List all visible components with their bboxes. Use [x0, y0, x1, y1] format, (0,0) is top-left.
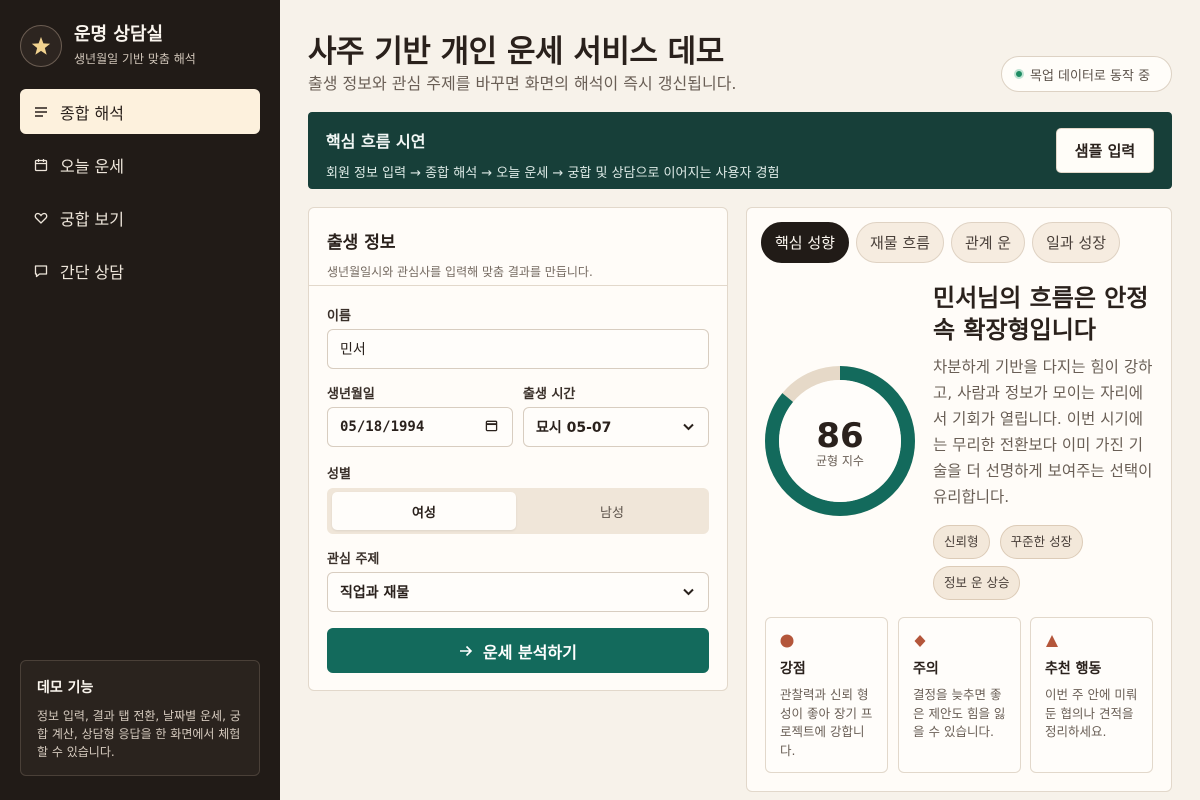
calendar-icon	[34, 158, 48, 172]
strength-text: 관찰력과 신뢰 형성이 좋아 장기 프로젝트에 강합니다.	[780, 687, 873, 758]
form-title: 출생 정보	[327, 233, 396, 253]
star-logo-icon	[20, 24, 62, 67]
recommended-action-text: 이번 주 안에 미뤄둔 협의나 견적을 정리하세요.	[1045, 687, 1138, 739]
analyze-button-label: 운세 분석하기	[483, 642, 577, 662]
birth-time-select[interactable]: 묘시 05-07	[523, 407, 709, 447]
chevron-down-icon	[683, 420, 694, 434]
status-dot-icon	[1014, 69, 1024, 79]
sidebar-nav: 종합 해석 오늘 운세 궁합 보기 간단 상담	[20, 89, 260, 301]
sidebar-item-label: 궁합 보기	[60, 209, 124, 229]
gender-label: 성별	[327, 467, 351, 482]
calendar-picker-icon[interactable]	[485, 419, 498, 435]
triangle-icon	[1045, 632, 1138, 650]
chat-icon	[34, 264, 48, 278]
tab-work-growth[interactable]: 일과 성장	[1032, 222, 1121, 263]
result-description: 차분하게 기반을 다지는 힘이 강하고, 사람과 정보가 모이는 자리에서 기회…	[933, 358, 1153, 506]
banner-description: 회원 정보 입력 → 종합 해석 → 오늘 운세 → 궁합 및 상담으로 이어지…	[326, 166, 780, 181]
birth-date-label: 생년월일	[327, 387, 375, 402]
result-tabs: 핵심 성향 재물 흐름 관계 운 일과 성장	[761, 222, 1127, 263]
trait-tag: 꾸준한 성장	[999, 525, 1084, 559]
demo-info-box: 데모 기능 정보 입력, 결과 탭 전환, 날짜별 운세, 궁합 계산, 상담형…	[20, 660, 260, 776]
sidebar: 운명 상담실 생년월일 기반 맞춤 해석 종합 해석 오늘 운세 궁합 보기 간…	[0, 0, 280, 800]
name-label: 이름	[327, 309, 351, 324]
tab-core-traits[interactable]: 핵심 성향	[761, 222, 849, 263]
sidebar-item-today[interactable]: 오늘 운세	[20, 142, 260, 187]
birth-date-value: 05/18/1994	[340, 419, 425, 435]
demo-description: 정보 입력, 결과 탭 전환, 날짜별 운세, 궁합 계산, 상담형 응답을 한…	[37, 709, 241, 759]
status-badge: 목업 데이터로 동작 중	[1001, 56, 1172, 92]
birth-info-card: 출생 정보 생년월일시와 관심사를 입력해 맞춤 결과를 만듭니다. 이름 민서…	[308, 207, 728, 691]
brand-subtitle: 생년월일 기반 맞춤 해석	[74, 52, 196, 66]
sample-input-button[interactable]: 샘플 입력	[1056, 128, 1154, 173]
diamond-icon	[913, 632, 1006, 650]
sidebar-item-overview[interactable]: 종합 해석	[20, 89, 260, 134]
topic-value: 직업과 재물	[340, 585, 410, 601]
heart-icon	[34, 211, 48, 225]
page-subtitle: 출생 정보와 관심 주제를 바꾸면 화면의 해석이 즉시 갱신됩니다.	[308, 74, 737, 93]
sidebar-item-label: 간단 상담	[60, 262, 124, 282]
birth-date-input[interactable]: 05/18/1994	[327, 407, 513, 447]
birth-time-label: 출생 시간	[523, 387, 576, 402]
topic-select[interactable]: 직업과 재물	[327, 572, 709, 612]
score-label: 균형 지수	[816, 454, 864, 468]
result-card: 핵심 성향 재물 흐름 관계 운 일과 성장 86 균형 지수 민서님의 흐름은…	[746, 207, 1172, 792]
trait-tag: 신뢰형	[933, 525, 990, 559]
demo-title: 데모 기능	[37, 680, 94, 696]
page-title: 사주 기반 개인 운세 서비스 데모	[308, 34, 724, 70]
analyze-button[interactable]: 운세 분석하기	[327, 628, 709, 673]
birth-time-value: 묘시 05-07	[536, 420, 612, 436]
banner-title: 핵심 흐름 시연	[326, 132, 426, 151]
chevron-down-icon	[683, 585, 694, 599]
gender-option-female[interactable]: 여성	[332, 492, 516, 530]
tab-relationships[interactable]: 관계 운	[950, 222, 1026, 263]
score-value: 86	[816, 416, 864, 456]
brand-title: 운명 상담실	[74, 24, 164, 45]
strength-card: 강점 관찰력과 신뢰 형성이 좋아 장기 프로젝트에 강합니다.	[765, 617, 888, 773]
caution-title: 주의	[913, 661, 939, 677]
strength-title: 강점	[780, 661, 806, 677]
sidebar-item-label: 종합 해석	[60, 103, 124, 123]
flow-banner: 핵심 흐름 시연 회원 정보 입력 → 종합 해석 → 오늘 운세 → 궁합 및…	[308, 112, 1172, 189]
name-input[interactable]: 민서	[327, 329, 709, 369]
status-text: 목업 데이터로 동작 중	[1030, 68, 1151, 84]
brand: 운명 상담실 생년월일 기반 맞춤 해석	[20, 24, 196, 67]
sidebar-item-consult[interactable]: 간단 상담	[20, 248, 260, 293]
list-icon	[34, 105, 48, 119]
form-description: 생년월일시와 관심사를 입력해 맞춤 결과를 만듭니다.	[327, 265, 593, 279]
caution-card: 주의 결정을 늦추면 좋은 제안도 힘을 잃을 수 있습니다.	[898, 617, 1021, 773]
gender-option-male[interactable]: 남성	[520, 492, 704, 530]
recommended-action-title: 추천 행동	[1045, 661, 1102, 677]
circle-icon	[780, 632, 873, 650]
sidebar-item-compatibility[interactable]: 궁합 보기	[20, 195, 260, 240]
trait-tags: 신뢰형 꾸준한 성장 정보 운 상승	[933, 525, 1159, 607]
recommended-action-card: 추천 행동 이번 주 안에 미뤄둔 협의나 견적을 정리하세요.	[1030, 617, 1153, 773]
trait-tag: 정보 운 상승	[933, 566, 1021, 600]
result-title: 민서님의 흐름은 안정 속 확장형입니다	[933, 284, 1149, 344]
arrow-right-icon	[459, 645, 473, 657]
topic-label: 관심 주제	[327, 552, 380, 567]
tab-wealth[interactable]: 재물 흐름	[855, 222, 944, 263]
caution-text: 결정을 늦추면 좋은 제안도 힘을 잃을 수 있습니다.	[913, 687, 1006, 739]
gender-toggle: 여성 남성	[327, 488, 709, 534]
sidebar-item-label: 오늘 운세	[60, 156, 124, 176]
